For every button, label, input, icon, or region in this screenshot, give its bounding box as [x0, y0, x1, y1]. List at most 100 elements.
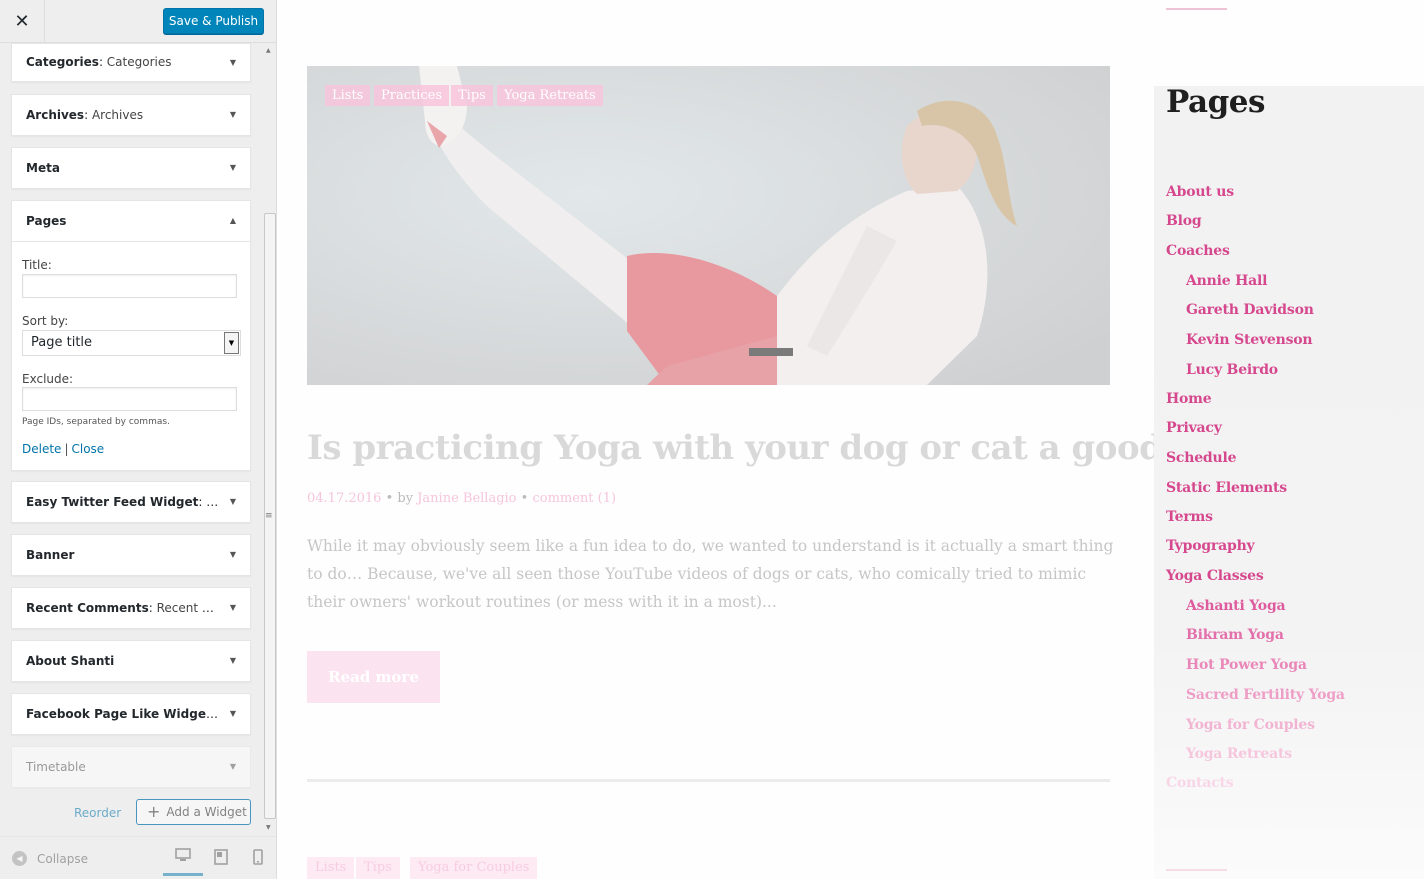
widget-accent-line [1166, 869, 1227, 871]
title-input[interactable] [22, 274, 237, 298]
add-widget-button[interactable]: + Add a Widget [136, 799, 251, 825]
widget-archives-header[interactable]: Archives: Archives ▼ [12, 95, 250, 135]
triangle-down-icon[interactable]: ▼ [230, 44, 236, 81]
page-link-terms[interactable]: Terms [1166, 509, 1213, 525]
page-link-privacy[interactable]: Privacy [1166, 420, 1222, 436]
page-link-ashanti-yoga[interactable]: Ashanti Yoga [1186, 598, 1286, 614]
widget-name: Timetable [26, 760, 86, 774]
widget-pages-header[interactable]: Pages ▲ [12, 201, 250, 241]
widget-name: About Shanti [26, 654, 115, 668]
page-link-sacred-fertility-yoga[interactable]: Sacred Fertility Yoga [1186, 687, 1345, 703]
save-publish-button[interactable]: Save & Publish [163, 8, 264, 34]
desktop-icon [175, 848, 191, 861]
triangle-down-icon[interactable]: ▼ [230, 588, 236, 628]
triangle-down-icon[interactable]: ▼ [230, 535, 236, 575]
widget-about-shanti[interactable]: About Shanti ▼ [11, 640, 251, 682]
add-widget-label: Add a Widget [166, 805, 247, 819]
post-tag[interactable]: Tips [451, 85, 493, 106]
post-meta: 04.17.2016 • by Janine Bellagio • commen… [307, 491, 616, 506]
page-link-lucy-beirdo[interactable]: Lucy Beirdo [1186, 362, 1278, 378]
widget-accent-line [1166, 8, 1227, 10]
page-link-schedule[interactable]: Schedule [1166, 450, 1237, 466]
delete-link[interactable]: Delete [22, 442, 61, 456]
post-author[interactable]: Janine Bellagio [417, 491, 516, 506]
page-link-blog[interactable]: Blog [1166, 213, 1202, 229]
widget-facebook-like-header[interactable]: Facebook Page Like Widget: F... ▼ [12, 694, 250, 734]
widget-categories-header[interactable]: Categories: Categories ▼ [12, 44, 250, 81]
post-comments-link[interactable]: comment (1) [532, 491, 616, 506]
triangle-down-icon[interactable]: ▼ [230, 148, 236, 188]
widget-timetable-header[interactable]: Timetable ▼ [12, 747, 250, 787]
widget-recent-comments-header[interactable]: Recent Comments: Recent Co... ▼ [12, 588, 250, 628]
post-featured-image[interactable] [307, 66, 1110, 385]
next-post-tag[interactable]: Yoga for Couples [410, 857, 538, 879]
widget-banner-header[interactable]: Banner ▼ [12, 535, 250, 575]
read-more-button[interactable]: Read more [307, 651, 440, 703]
reorder-link[interactable]: Reorder [74, 806, 121, 820]
chevron-down-icon[interactable]: ▼ [224, 332, 239, 354]
page-link-kevin-stevenson[interactable]: Kevin Stevenson [1186, 332, 1313, 348]
mobile-preview-button[interactable] [253, 849, 269, 865]
widget-facebook-like[interactable]: Facebook Page Like Widget: F... ▼ [11, 693, 251, 735]
page-link-annie-hall[interactable]: Annie Hall [1186, 273, 1267, 289]
widget-archives[interactable]: Archives: Archives ▼ [11, 94, 251, 136]
sort-by-label: Sort by: [22, 314, 69, 328]
triangle-down-icon[interactable]: ▼ [230, 641, 236, 681]
tablet-preview-button[interactable] [214, 849, 230, 865]
next-post-tag[interactable]: Tips [356, 857, 400, 879]
by-label: by [397, 491, 414, 506]
widget-twitter-feed-header[interactable]: Easy Twitter Feed Widget: Lat... ▼ [12, 482, 250, 522]
triangle-down-icon[interactable]: ▼ [230, 694, 236, 734]
page-link-contacts[interactable]: Contacts [1166, 775, 1234, 791]
triangle-up-icon[interactable]: ▲ [230, 201, 236, 241]
page-link-static-elements[interactable]: Static Elements [1166, 480, 1287, 496]
widget-name: Meta [26, 161, 60, 175]
page-link-hot-power-yoga[interactable]: Hot Power Yoga [1186, 657, 1307, 673]
page-link-coaches[interactable]: Coaches [1166, 243, 1230, 259]
widget-name: Archives [26, 108, 85, 122]
widget-banner[interactable]: Banner ▼ [11, 534, 251, 576]
page-link-home[interactable]: Home [1166, 391, 1212, 407]
page-link-about-us[interactable]: About us [1166, 184, 1234, 200]
close-link[interactable]: Close [71, 442, 104, 456]
post-excerpt: While it may obviously seem like a fun i… [307, 537, 1114, 611]
post-date[interactable]: 04.17.2016 [307, 491, 381, 506]
page-link-typography[interactable]: Typography [1166, 538, 1255, 554]
widget-categories[interactable]: Categories: Categories ▼ [11, 43, 251, 82]
post-tag[interactable]: Lists [325, 85, 371, 106]
widget-pages[interactable]: Pages ▲ Title: Sort by: Page title ▼ Exc… [11, 200, 251, 471]
page-link-yoga-for-couples[interactable]: Yoga for Couples [1186, 717, 1315, 733]
sort-by-select[interactable]: Page title ▼ [22, 330, 241, 356]
widget-about-shanti-header[interactable]: About Shanti ▼ [12, 641, 250, 681]
scroll-up-arrow-icon[interactable]: ▲ [266, 47, 271, 54]
tablet-icon [214, 849, 228, 865]
triangle-down-icon[interactable]: ▼ [230, 95, 236, 135]
widget-name: Pages [26, 214, 67, 228]
desktop-preview-button[interactable] [163, 846, 203, 876]
post-tag[interactable]: Practices [374, 85, 450, 106]
widget-meta-header[interactable]: Meta ▼ [12, 148, 250, 188]
collapse-label: Collapse [37, 851, 88, 866]
page-link-yoga-retreats[interactable]: Yoga Retreats [1186, 746, 1292, 762]
widget-actions: Delete | Close [22, 442, 104, 456]
page-link-yoga-classes[interactable]: Yoga Classes [1166, 568, 1264, 584]
collapse-button[interactable]: ◀ Collapse [12, 851, 88, 866]
mobile-icon [253, 849, 263, 865]
widget-meta[interactable]: Meta ▼ [11, 147, 251, 189]
post-title[interactable]: Is practicing Yoga with your dog or cat … [307, 428, 1272, 468]
post-tag[interactable]: Yoga Retreats [497, 85, 603, 106]
customizer-footer: ◀ Collapse [0, 836, 276, 879]
link-separator: | [64, 442, 69, 456]
close-icon[interactable]: ✕ [0, 0, 45, 42]
widget-twitter-feed[interactable]: Easy Twitter Feed Widget: Lat... ▼ [11, 481, 251, 523]
scroll-down-arrow-icon[interactable]: ▼ [266, 824, 271, 831]
triangle-down-icon[interactable]: ▼ [230, 747, 236, 787]
exclude-input[interactable] [22, 387, 237, 411]
widget-timetable[interactable]: Timetable ▼ [11, 746, 251, 788]
page-link-gareth-davidson[interactable]: Gareth Davidson [1186, 302, 1314, 318]
triangle-down-icon[interactable]: ▼ [230, 482, 236, 522]
sort-by-value: Page title [31, 335, 93, 350]
widget-recent-comments[interactable]: Recent Comments: Recent Co... ▼ [11, 587, 251, 629]
next-post-tag[interactable]: Lists [307, 857, 355, 879]
page-link-bikram-yoga[interactable]: Bikram Yoga [1186, 627, 1284, 643]
